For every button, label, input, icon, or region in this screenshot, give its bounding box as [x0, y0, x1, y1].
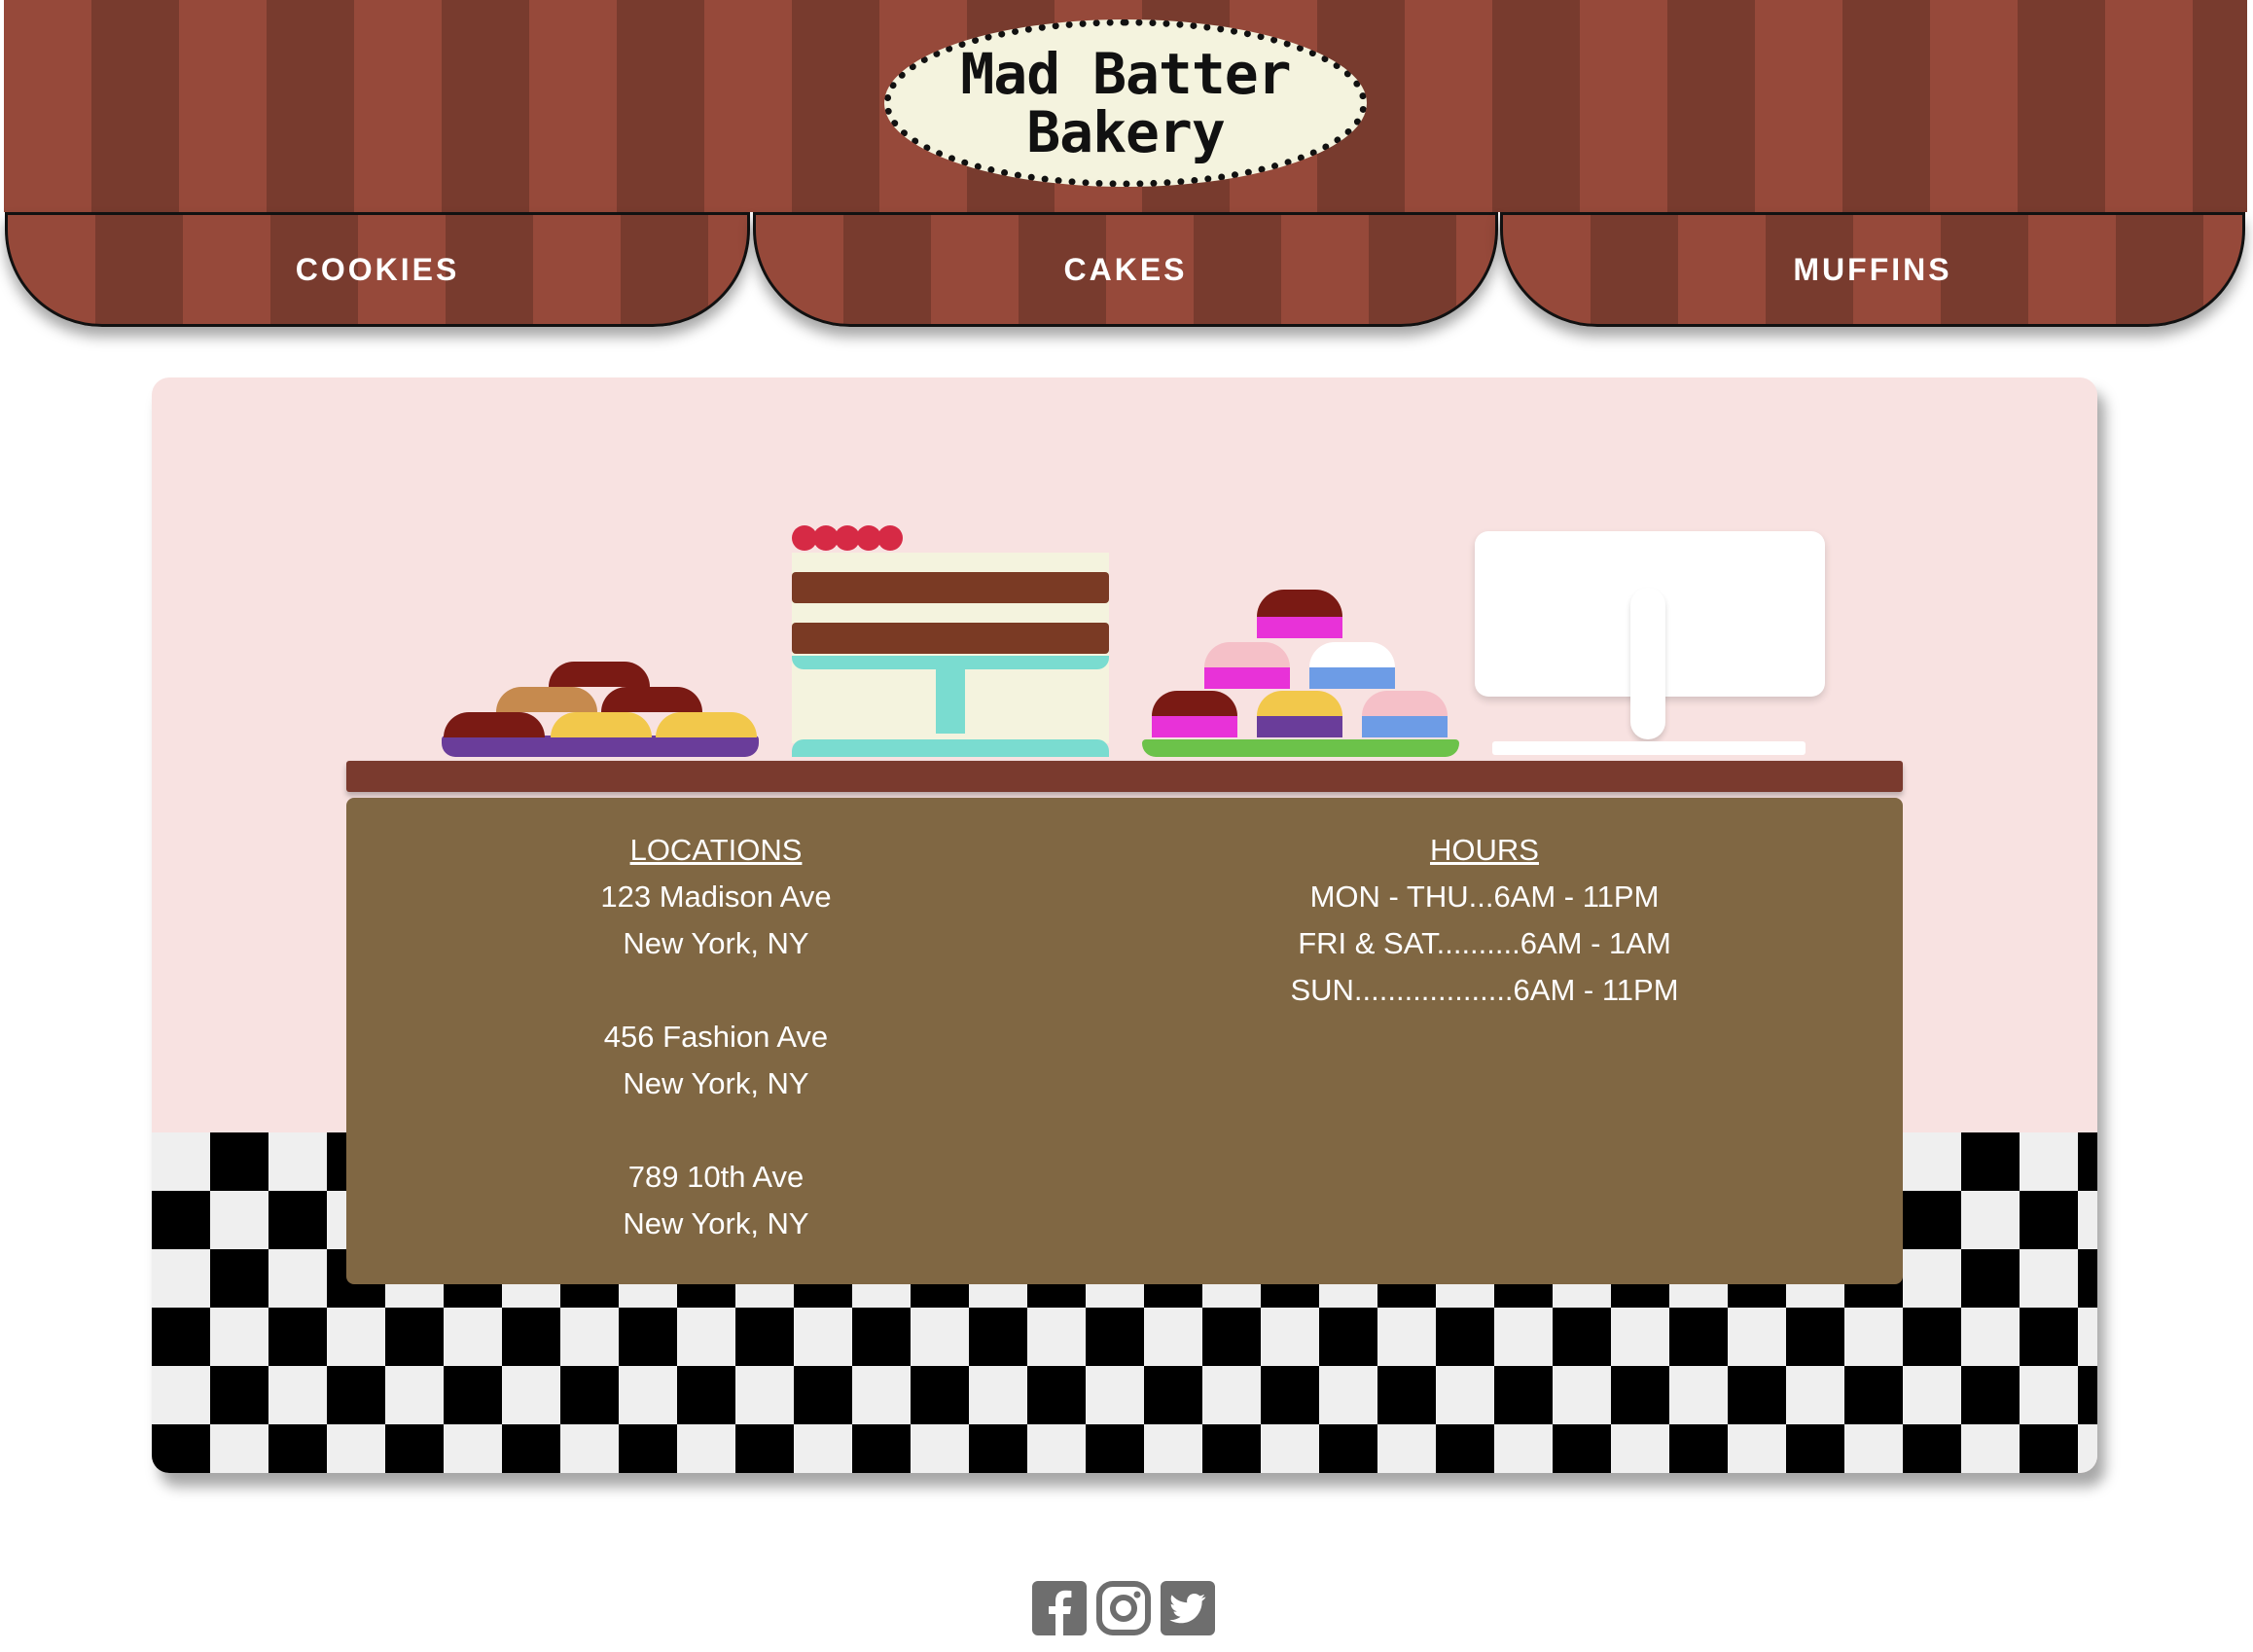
- nav-tab-label: COOKIES: [295, 251, 460, 287]
- nav-tab-label: MUFFINS: [1793, 251, 1952, 287]
- hours-heading: HOURS: [1430, 833, 1539, 867]
- logo-line-1: Mad Batter: [960, 41, 1291, 107]
- counter-top: [346, 761, 1903, 792]
- nav-tab-muffins[interactable]: MUFFINS: [1500, 212, 2245, 327]
- hours-row: FRI & SAT..........6AM - 1AM: [1298, 926, 1671, 960]
- address-city: New York, NY: [623, 926, 809, 960]
- logo-line-2: Bakery: [1026, 99, 1226, 165]
- hours-section: HOURS MON - THU...6AM - 11PM FRI & SAT..…: [1280, 827, 1689, 1014]
- social-links: [1031, 1580, 1216, 1638]
- address-street: 789 10th Ave: [627, 1160, 805, 1194]
- nav-tab-cakes[interactable]: CAKES: [753, 212, 1498, 327]
- address-street: 123 Madison Ave: [600, 880, 832, 914]
- instagram-icon[interactable]: [1095, 1580, 1152, 1636]
- awning-header: Mad Batter Bakery: [4, 0, 2247, 212]
- address-city: New York, NY: [623, 1206, 809, 1240]
- twitter-icon[interactable]: [1160, 1580, 1216, 1636]
- bakery-scene: LOCATIONS 123 Madison Ave New York, NY 4…: [152, 377, 2097, 1473]
- locations-heading: LOCATIONS: [629, 833, 803, 867]
- nav-tab-label: CAKES: [1063, 251, 1188, 287]
- facebook-icon[interactable]: [1031, 1580, 1088, 1636]
- hours-row: MON - THU...6AM - 11PM: [1309, 880, 1660, 914]
- nav-tab-cookies[interactable]: COOKIES: [5, 212, 750, 327]
- logo[interactable]: Mad Batter Bakery: [884, 19, 1367, 187]
- hours-row: SUN...................6AM - 11PM: [1290, 973, 1679, 1007]
- address-city: New York, NY: [623, 1066, 809, 1100]
- locations-section: LOCATIONS 123 Madison Ave New York, NY 4…: [512, 827, 920, 1247]
- address-street: 456 Fashion Ave: [603, 1020, 829, 1054]
- info-counter: LOCATIONS 123 Madison Ave New York, NY 4…: [346, 798, 1903, 1284]
